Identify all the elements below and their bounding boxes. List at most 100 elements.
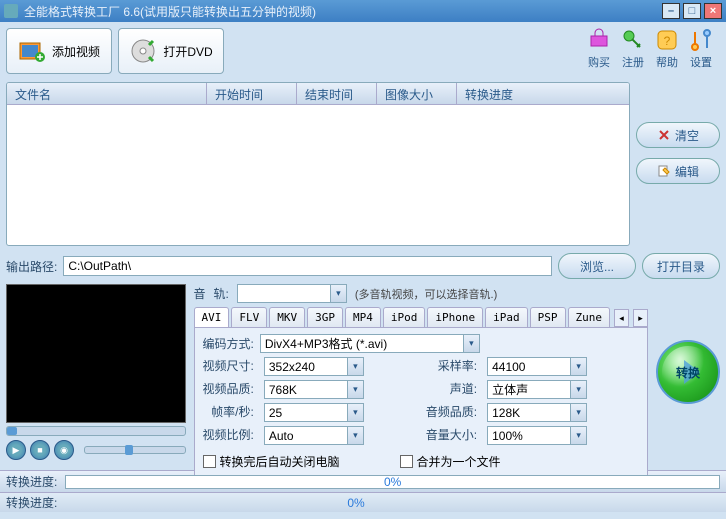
bottom-progress-value: 0% [347,496,364,510]
fps-combo[interactable]: 25 ▾ [264,403,364,422]
vqual-combo[interactable]: 768K▾ [264,380,364,399]
tab-3gp[interactable]: 3GP [307,307,343,327]
audio-label: 音 [194,285,206,302]
fps-value: 25 [269,406,282,420]
col-end[interactable]: 结束时间 [297,83,377,104]
vqual-label: 视频品质: [203,380,254,399]
chevron-down-icon[interactable]: ▾ [330,285,346,302]
srate-combo[interactable]: 44100 ▾ [487,357,587,376]
tab-mkv[interactable]: MKV [269,307,305,327]
file-list[interactable]: 文件名 开始时间 结束时间 图像大小 转换进度 [6,82,630,246]
stop-button[interactable]: ■ [30,440,50,460]
maximize-button[interactable]: □ [683,3,701,19]
col-filename[interactable]: 文件名 [7,83,207,104]
aqual-value: 128K [492,406,520,420]
open-dir-button[interactable]: 打开目录 [642,253,720,279]
clear-label: 清空 [675,127,699,144]
output-path-input[interactable] [63,256,552,276]
register-button[interactable]: 注册 [618,28,648,70]
vsize-label: 视频尺寸: [203,357,254,376]
chan-value: 立体声 [492,381,528,398]
vsize-combo[interactable]: 352x240▾ [264,357,364,376]
clear-button[interactable]: 清空 [636,122,720,148]
svg-text:?: ? [664,34,671,48]
buy-button[interactable]: 购买 [584,28,614,70]
register-label: 注册 [618,54,648,70]
buy-label: 购买 [584,54,614,70]
help-label: 帮助 [652,54,682,70]
chevron-down-icon[interactable]: ▾ [570,427,586,444]
audio-track-combo[interactable]: ▾ [237,284,347,303]
browse-button[interactable]: 浏览... [558,253,636,279]
tab-ipod[interactable]: iPod [383,307,426,327]
app-icon [4,4,18,18]
chevron-down-icon[interactable]: ▾ [347,381,363,398]
tab-mp4[interactable]: MP4 [345,307,381,327]
tab-psp[interactable]: PSP [530,307,566,327]
vol-label: 音量大小: [426,426,477,445]
shutdown-checkbox[interactable]: 转换完后自动关闭电脑 [203,453,340,470]
chevron-down-icon[interactable]: ▾ [347,427,363,444]
open-dvd-button[interactable]: 打开DVD [118,28,224,74]
checkbox-icon [400,455,413,468]
shutdown-label: 转换完后自动关闭电脑 [220,453,340,470]
minimize-button[interactable]: – [662,3,680,19]
volume-slider[interactable] [84,446,186,454]
tab-zune[interactable]: Zune [568,307,611,327]
tab-avi[interactable]: AVI [194,307,230,327]
add-video-button[interactable]: 添加视频 [6,28,112,74]
chevron-down-icon[interactable]: ▾ [570,358,586,375]
play-button[interactable]: ▶ [6,440,26,460]
video-preview [6,284,186,423]
tab-flv[interactable]: FLV [231,307,267,327]
settings-button[interactable]: 设置 [686,28,716,70]
close-button[interactable]: × [704,3,722,19]
chan-combo[interactable]: 立体声 ▾ [487,380,587,399]
chevron-down-icon[interactable]: ▾ [347,404,363,421]
ratio-combo[interactable]: Auto ▾ [264,426,364,445]
browse-label: 浏览... [580,258,614,275]
aqual-combo[interactable]: 128K ▾ [487,403,587,422]
key-icon [621,28,645,52]
chevron-down-icon[interactable]: ▾ [347,358,363,375]
titlebar: 全能格式转换工厂 6.6(试用版只能转换出五分钟的视频) – □ × [0,0,726,22]
tab-scroll-right[interactable]: ▸ [633,309,648,327]
seek-slider[interactable] [6,426,186,436]
chan-label: 声道: [426,380,477,399]
tools-icon [689,28,713,52]
track-label: 轨: [214,285,229,302]
vol-combo[interactable]: 100% ▾ [487,426,587,445]
track-hint: (多音轨视频，可以选择音轨.) [355,286,497,302]
col-start[interactable]: 开始时间 [207,83,297,104]
encoding-value: DivX4+MP3格式 (*.avi) [265,335,387,352]
ratio-value: Auto [269,429,294,443]
merge-checkbox[interactable]: 合并为一个文件 [400,453,501,470]
window-title: 全能格式转换工厂 6.6(试用版只能转换出五分钟的视频) [24,3,662,20]
edit-label: 编辑 [675,163,699,180]
tab-iphone[interactable]: iPhone [427,307,483,327]
chevron-down-icon[interactable]: ▾ [570,381,586,398]
help-button[interactable]: ? 帮助 [652,28,682,70]
dvd-icon [129,37,157,65]
chevron-down-icon[interactable]: ▾ [463,335,479,352]
merge-label: 合并为一个文件 [417,453,501,470]
snapshot-button[interactable]: ◉ [54,440,74,460]
srate-value: 44100 [492,360,525,374]
tab-ipad[interactable]: iPad [485,307,528,327]
encoding-combo[interactable]: DivX4+MP3格式 (*.avi) ▾ [260,334,480,353]
vol-value: 100% [492,429,523,443]
convert-label: 转换 [676,364,700,381]
progress-value: 0% [384,475,401,489]
cart-icon [587,28,611,52]
output-path-label: 输出路径: [6,258,57,275]
checkbox-icon [203,455,216,468]
add-video-label: 添加视频 [52,43,100,60]
tab-scroll-left[interactable]: ◂ [614,309,629,327]
edit-icon [657,164,671,178]
convert-button[interactable]: 转换 [656,340,720,404]
col-size[interactable]: 图像大小 [377,83,457,104]
edit-button[interactable]: 编辑 [636,158,720,184]
fps-label: 帧率/秒: [203,403,254,422]
col-progress[interactable]: 转换进度 [457,83,629,104]
chevron-down-icon[interactable]: ▾ [570,404,586,421]
